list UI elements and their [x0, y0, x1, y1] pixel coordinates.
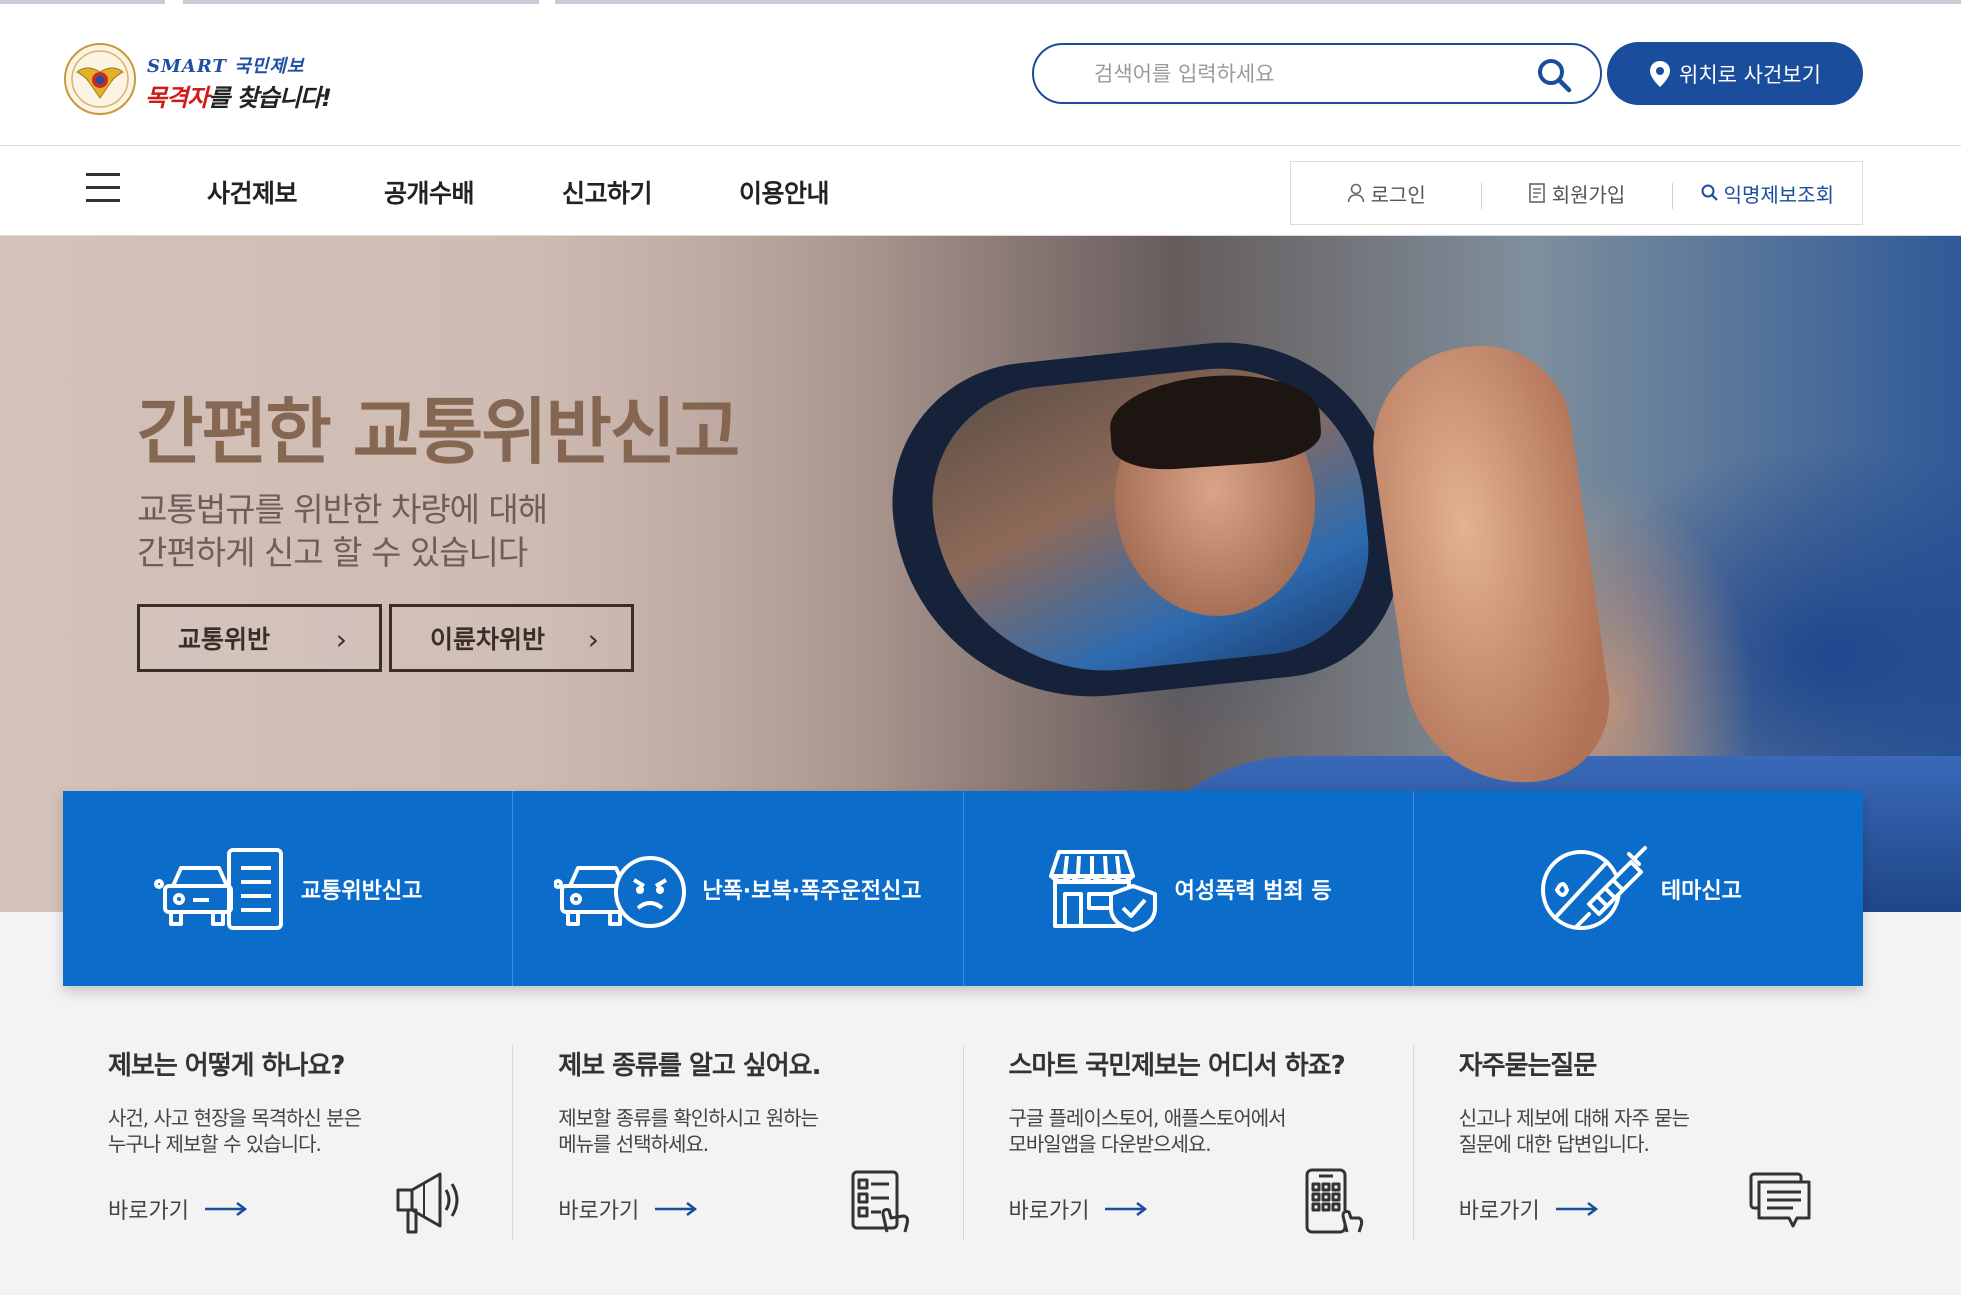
arrow-right-icon — [1555, 1202, 1598, 1216]
hero-subtitle-line2: 간편하게 신고 할 수 있습니다 — [137, 533, 528, 572]
car-document-icon — [153, 847, 283, 930]
info-card-where-to-report: 스마트 국민제보는 어디서 하죠? 구글 플레이스토어, 애플스토어에서 모바일앱… — [962, 1045, 1413, 1240]
nav-item-public-wanted[interactable]: 공개수배 — [384, 174, 475, 210]
police-emblem-icon — [64, 43, 136, 115]
info-card-desc: 제보할 종류를 확인하시고 원하는 메뉴를 선택하세요. — [558, 1105, 819, 1157]
map-pin-icon — [1650, 60, 1671, 87]
traffic-violation-label: 교통위반 — [178, 625, 271, 654]
search-icon — [1701, 184, 1718, 201]
go-link-label: 바로가기 — [108, 1199, 189, 1224]
info-card-report-types: 제보 종류를 알고 싶어요. 제보할 종류를 확인하시고 원하는 메뉴를 선택하세… — [512, 1045, 962, 1240]
category-women-violence-label: 여성폭력 범죄 등 — [1174, 878, 1332, 904]
info-card-how-to-report: 제보는 어떻게 하나요? 사건, 사고 현장을 목격하신 분은 누구나 제보할 수… — [63, 1045, 512, 1240]
info-card-title: 제보는 어떻게 하나요? — [108, 1051, 345, 1081]
info-card-faq: 자주묻는질문 신고나 제보에 대해 자주 묻는 질문에 대한 답변입니다. 바로가… — [1412, 1045, 1863, 1240]
document-icon — [1528, 183, 1545, 203]
info-card-go-link[interactable]: 바로가기 — [1459, 1193, 1598, 1225]
info-card-desc-line2: 메뉴를 선택하세요. — [558, 1132, 709, 1156]
go-link-label: 바로가기 — [558, 1199, 640, 1224]
signup-link[interactable]: 회원가입 — [1481, 179, 1671, 209]
checklist-touch-icon — [851, 1170, 909, 1233]
arrow-right-icon — [655, 1202, 698, 1216]
category-bar: 교통위반신고 난폭·보복·폭주운전신고 여성폭력 범죄 등 테마신고 — [63, 791, 1863, 986]
category-theme-report[interactable]: 테마신고 — [1412, 791, 1863, 986]
category-traffic-violation-label: 교통위반신고 — [300, 878, 423, 904]
nav-item-report[interactable]: 신고하기 — [562, 174, 653, 210]
info-card-desc: 구글 플레이스토어, 애플스토어에서 모바일앱을 다운받으세요. — [1008, 1105, 1287, 1157]
info-card-title: 자주묻는질문 — [1458, 1051, 1598, 1081]
logo-tagline: 목격자를 찾습니다! — [145, 78, 332, 113]
info-card-desc-line2: 모바일앱을 다운받으세요. — [1008, 1132, 1212, 1156]
info-card-go-link[interactable]: 바로가기 — [1009, 1193, 1148, 1225]
traffic-violation-button[interactable]: 교통위반 › — [137, 604, 382, 672]
anonymous-report-lookup-label: 익명제보조회 — [1723, 182, 1835, 207]
info-cards: 제보는 어떻게 하나요? 사건, 사고 현장을 목격하신 분은 누구나 제보할 수… — [63, 1045, 1863, 1240]
info-card-desc-line1: 제보할 종류를 확인하시고 원하는 — [558, 1106, 819, 1130]
hero-subtitle-line1: 교통법규를 위반한 차량에 대해 — [137, 490, 548, 529]
main-nav: 사건제보 공개수배 신고하기 이용안내 로그인 회원가입 익명제보조회 — [0, 146, 1961, 236]
login-link[interactable]: 로그인 — [1291, 179, 1481, 208]
search-icon[interactable] — [1536, 57, 1572, 93]
location-view-label: 위치로 사건보기 — [1679, 62, 1821, 87]
info-card-desc-line2: 누구나 제보할 수 있습니다. — [108, 1132, 322, 1156]
person-icon — [1347, 183, 1364, 203]
login-label: 로그인 — [1370, 182, 1426, 207]
info-card-desc-line1: 신고나 제보에 대해 자주 묻는 — [1458, 1106, 1690, 1130]
logo-tagline-rest: 를 찾습니다! — [208, 84, 332, 112]
arrow-right-icon — [1105, 1202, 1148, 1216]
hamburger-menu-icon[interactable] — [86, 173, 120, 203]
category-theme-report-label: 테마신고 — [1660, 878, 1742, 904]
info-card-desc-line2: 질문에 대한 답변입니다. — [1458, 1132, 1650, 1156]
hero-subtitle: 교통법규를 위반한 차량에 대해 간편하게 신고 할 수 있습니다 — [137, 488, 548, 574]
search-input[interactable] — [1094, 57, 1514, 91]
mobile-phone-icon — [1305, 1168, 1363, 1234]
hero-thumbs-up-image — [1360, 334, 1620, 798]
info-card-title: 제보 종류를 알고 싶어요. — [558, 1051, 821, 1081]
anonymous-report-lookup-link[interactable]: 익명제보조회 — [1671, 179, 1862, 209]
signup-label: 회원가입 — [1551, 182, 1626, 207]
nav-item-guide[interactable]: 이용안내 — [739, 174, 830, 210]
store-shield-icon — [1048, 849, 1157, 932]
chat-bubble-icon — [1749, 1172, 1811, 1228]
chevron-right-icon: › — [587, 623, 599, 656]
go-link-label: 바로가기 — [1008, 1199, 1090, 1224]
info-card-desc: 사건, 사고 현장을 목격하신 분은 누구나 제보할 수 있습니다. — [108, 1105, 362, 1157]
info-card-title: 스마트 국민제보는 어디서 하죠? — [1008, 1051, 1346, 1081]
hero-title: 간편한 교통위반신고 — [137, 390, 740, 474]
arrow-right-icon — [204, 1202, 247, 1216]
logo-tagline-highlight: 목격자 — [145, 84, 209, 112]
user-links: 로그인 회원가입 익명제보조회 — [1290, 161, 1863, 225]
logo-smart-text: SMART 국민제보 — [147, 56, 305, 77]
info-card-go-link[interactable]: 바로가기 — [558, 1193, 698, 1225]
site-header: SMART 국민제보 목격자를 찾습니다! 위치로 사건보기 — [0, 4, 1961, 146]
chevron-right-icon: › — [335, 623, 347, 656]
syringe-prohibited-icon — [1540, 845, 1647, 930]
info-card-desc-line1: 사건, 사고 현장을 목격하신 분은 — [108, 1106, 362, 1130]
nav-item-incident-report[interactable]: 사건제보 — [207, 174, 298, 210]
motorcycle-violation-label: 이륜차위반 — [430, 625, 546, 654]
info-card-go-link[interactable]: 바로가기 — [108, 1193, 247, 1225]
car-angry-face-icon — [554, 855, 687, 928]
category-women-violence[interactable]: 여성폭력 범죄 등 — [962, 791, 1413, 986]
info-card-desc-line1: 구글 플레이스토어, 애플스토어에서 — [1008, 1106, 1287, 1130]
info-card-desc: 신고나 제보에 대해 자주 묻는 질문에 대한 답변입니다. — [1458, 1105, 1690, 1157]
category-reckless-driving[interactable]: 난폭·보복·폭주운전신고 — [512, 791, 962, 986]
site-logo[interactable]: SMART 국민제보 목격자를 찾습니다! — [63, 42, 353, 122]
category-reckless-driving-label: 난폭·보복·폭주운전신고 — [702, 878, 922, 904]
location-view-button[interactable]: 위치로 사건보기 — [1607, 42, 1863, 105]
search-box — [1032, 43, 1602, 104]
megaphone-icon — [396, 1172, 459, 1234]
category-traffic-violation[interactable]: 교통위반신고 — [63, 791, 512, 986]
motorcycle-violation-button[interactable]: 이륜차위반 › — [389, 604, 634, 672]
go-link-label: 바로가기 — [1458, 1199, 1540, 1224]
